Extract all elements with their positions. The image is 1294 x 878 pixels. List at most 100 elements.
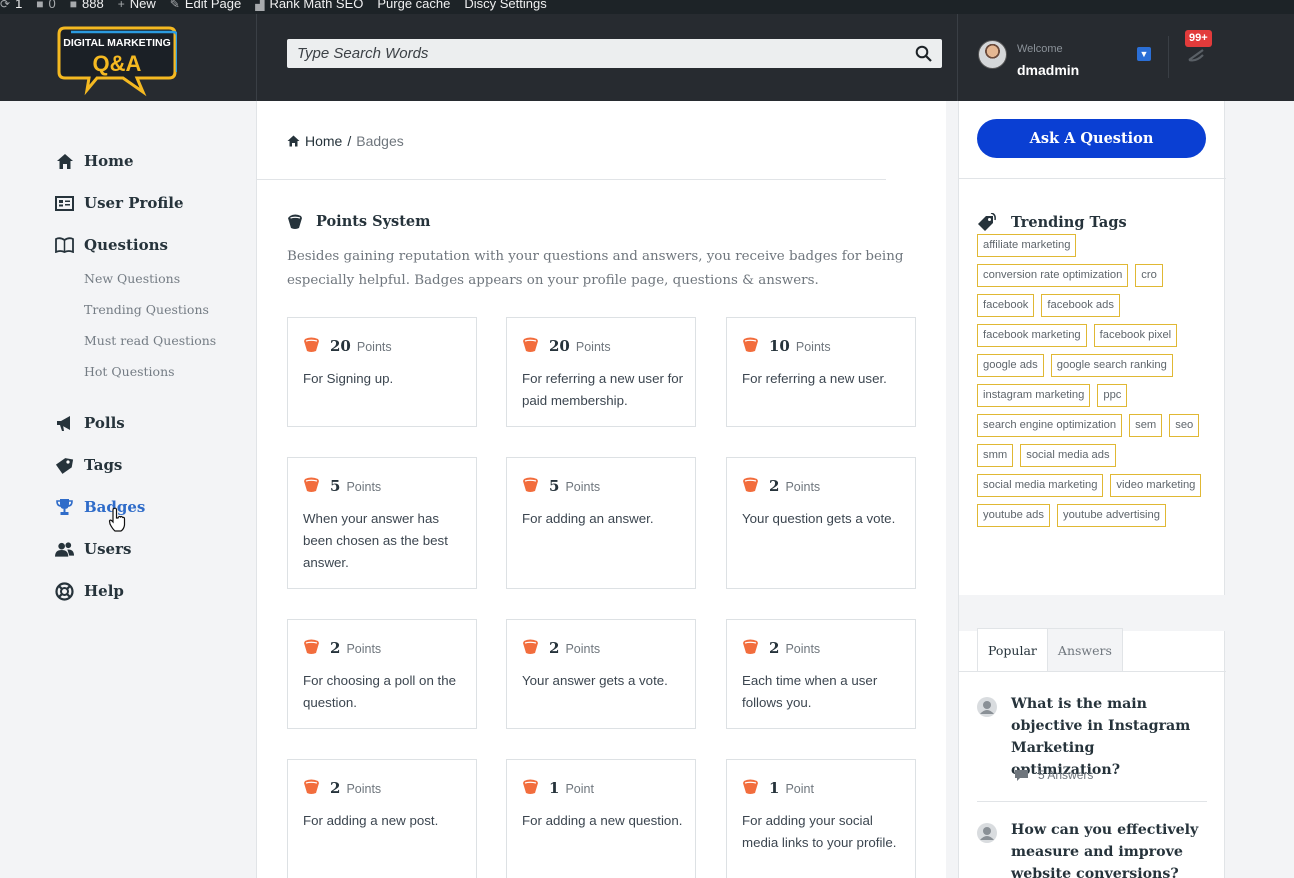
tag-link[interactable]: video marketing: [1110, 474, 1202, 497]
tab-popular[interactable]: Popular: [977, 628, 1048, 672]
points-description: When your answer has been chosen as the …: [303, 511, 448, 570]
search-icon[interactable]: [915, 45, 932, 62]
points-description: For choosing a poll on the question.: [303, 673, 457, 710]
updates-item[interactable]: ⟳ 1: [0, 0, 22, 11]
chevron-down-icon[interactable]: ▼: [1137, 47, 1151, 61]
points-card: 2 Points Your question gets a vote.: [726, 457, 916, 589]
user-avatar-icon[interactable]: [977, 697, 997, 717]
nav-item-badges[interactable]: Badges: [55, 498, 145, 516]
section-title: Points System: [287, 213, 430, 230]
question-title[interactable]: How can you effectively measure and impr…: [1011, 819, 1207, 878]
badge-icon: [523, 477, 538, 492]
nav-item-home[interactable]: Home: [55, 152, 134, 170]
tag-link[interactable]: social media ads: [1020, 444, 1116, 467]
new-item[interactable]: + New: [118, 0, 156, 11]
nav-item-help[interactable]: Help: [55, 581, 124, 601]
tag-link[interactable]: ppc: [1097, 384, 1128, 407]
nav-item-polls[interactable]: Polls: [55, 414, 125, 432]
points-description: For adding a new question.: [522, 813, 683, 828]
points-value: 10: [769, 337, 790, 355]
edit-page-item[interactable]: ✎ Edit Page: [170, 0, 241, 11]
points-value: 2: [769, 477, 780, 495]
count-item[interactable]: ■ 888: [70, 0, 104, 11]
id-card-icon: [55, 194, 74, 212]
username[interactable]: dmadmin: [1017, 62, 1079, 78]
points-unit: Points: [575, 340, 611, 354]
notification-icon[interactable]: [1187, 48, 1205, 62]
points-value: 5: [549, 477, 560, 495]
widget-tabs: Popular Answers: [977, 628, 1123, 672]
points-unit: Point: [785, 782, 814, 796]
tab-answers[interactable]: Answers: [1047, 628, 1123, 672]
badge-icon: [523, 639, 538, 654]
points-description: Your question gets a vote.: [742, 511, 896, 526]
lifebuoy-icon: [55, 581, 74, 601]
points-unit: Points: [346, 480, 382, 494]
site-logo[interactable]: DIGITAL MARKETING Q&A: [57, 22, 179, 98]
divider: [977, 801, 1207, 802]
ask-question-button[interactable]: Ask A Question: [977, 119, 1206, 158]
nav-subitem-new-questions[interactable]: New Questions: [84, 271, 180, 286]
points-unit: Points: [346, 642, 382, 656]
header-divider-right: [957, 14, 958, 101]
user-avatar[interactable]: [978, 40, 1007, 69]
tag-link[interactable]: youtube advertising: [1056, 504, 1166, 527]
points-card: 2 Points For adding a new post.: [287, 759, 477, 878]
tag-link[interactable]: cro: [1135, 264, 1163, 287]
tag-link[interactable]: google search ranking: [1050, 354, 1173, 377]
notification-badge: 99+: [1185, 30, 1212, 47]
tag-link[interactable]: google ads: [977, 354, 1044, 377]
user-avatar-icon[interactable]: [977, 823, 997, 843]
home-icon: [55, 152, 74, 170]
breadcrumb: Home / Badges: [287, 133, 404, 149]
points-unit: Points: [795, 340, 831, 354]
tag-link[interactable]: sem: [1129, 414, 1163, 437]
badge-icon: [523, 779, 538, 794]
nav-item-users[interactable]: Users: [55, 540, 131, 558]
tag-link[interactable]: social media marketing: [977, 474, 1104, 497]
points-card: 10 Points For referring a new user.: [726, 317, 916, 427]
users-icon: [55, 540, 74, 558]
tag-link[interactable]: youtube ads: [977, 504, 1050, 527]
search-input[interactable]: [297, 45, 897, 62]
tag-link[interactable]: facebook pixel: [1093, 324, 1178, 347]
tag-link[interactable]: conversion rate optimization: [977, 264, 1129, 287]
rank-math-item[interactable]: ▟ Rank Math SEO: [255, 0, 363, 11]
header-divider-notif: [1168, 36, 1169, 78]
points-description: Your answer gets a vote.: [522, 673, 668, 688]
tag-link[interactable]: instagram marketing: [977, 384, 1091, 407]
nav-item-questions[interactable]: Questions: [55, 236, 168, 254]
points-unit: Points: [785, 642, 821, 656]
nav-subitem-must-read-questions[interactable]: Must read Questions: [84, 333, 216, 348]
purge-cache-item[interactable]: Purge cache: [377, 0, 450, 11]
question-meta: 5 Answers: [1015, 768, 1093, 782]
refresh-icon: ⟳: [0, 0, 11, 11]
tag-link[interactable]: seo: [1169, 414, 1200, 437]
nav-item-tags[interactable]: Tags: [55, 456, 122, 474]
points-card: 1 Point For adding your social media link…: [726, 759, 916, 878]
chart-icon: ▟: [255, 0, 265, 11]
points-description: For referring a new user for paid member…: [522, 371, 684, 408]
tag-link[interactable]: affiliate marketing: [977, 234, 1077, 257]
comment-icon: [1015, 769, 1028, 781]
comment-icon: ■: [36, 0, 44, 11]
tag-link[interactable]: facebook ads: [1041, 294, 1120, 317]
badge-icon: [288, 214, 302, 229]
section-intro: Besides gaining reputation with your que…: [287, 249, 904, 288]
megaphone-icon: [55, 414, 74, 432]
nav-subitem-hot-questions[interactable]: Hot Questions: [84, 364, 175, 379]
tag-link[interactable]: facebook: [977, 294, 1035, 317]
nav-item-user-profile[interactable]: User Profile: [55, 194, 184, 212]
tag-link[interactable]: facebook marketing: [977, 324, 1087, 347]
breadcrumb-home[interactable]: Home: [305, 133, 342, 149]
points-value: 20: [330, 337, 351, 355]
nav-subitem-trending-questions[interactable]: Trending Questions: [84, 302, 209, 317]
tag-link[interactable]: search engine optimization: [977, 414, 1123, 437]
points-card: 2 Points Each time when a user follows yo…: [726, 619, 916, 729]
comments-item[interactable]: ■ 0: [36, 0, 55, 11]
main-content: Home / Badges Points System Besides gain…: [257, 101, 946, 878]
answer-count[interactable]: 5 Answers: [1038, 768, 1093, 782]
discy-settings-item[interactable]: Discy Settings: [464, 0, 546, 11]
tag-link[interactable]: smm: [977, 444, 1014, 467]
list-item: What is the main objective in Instagram …: [977, 693, 1207, 783]
